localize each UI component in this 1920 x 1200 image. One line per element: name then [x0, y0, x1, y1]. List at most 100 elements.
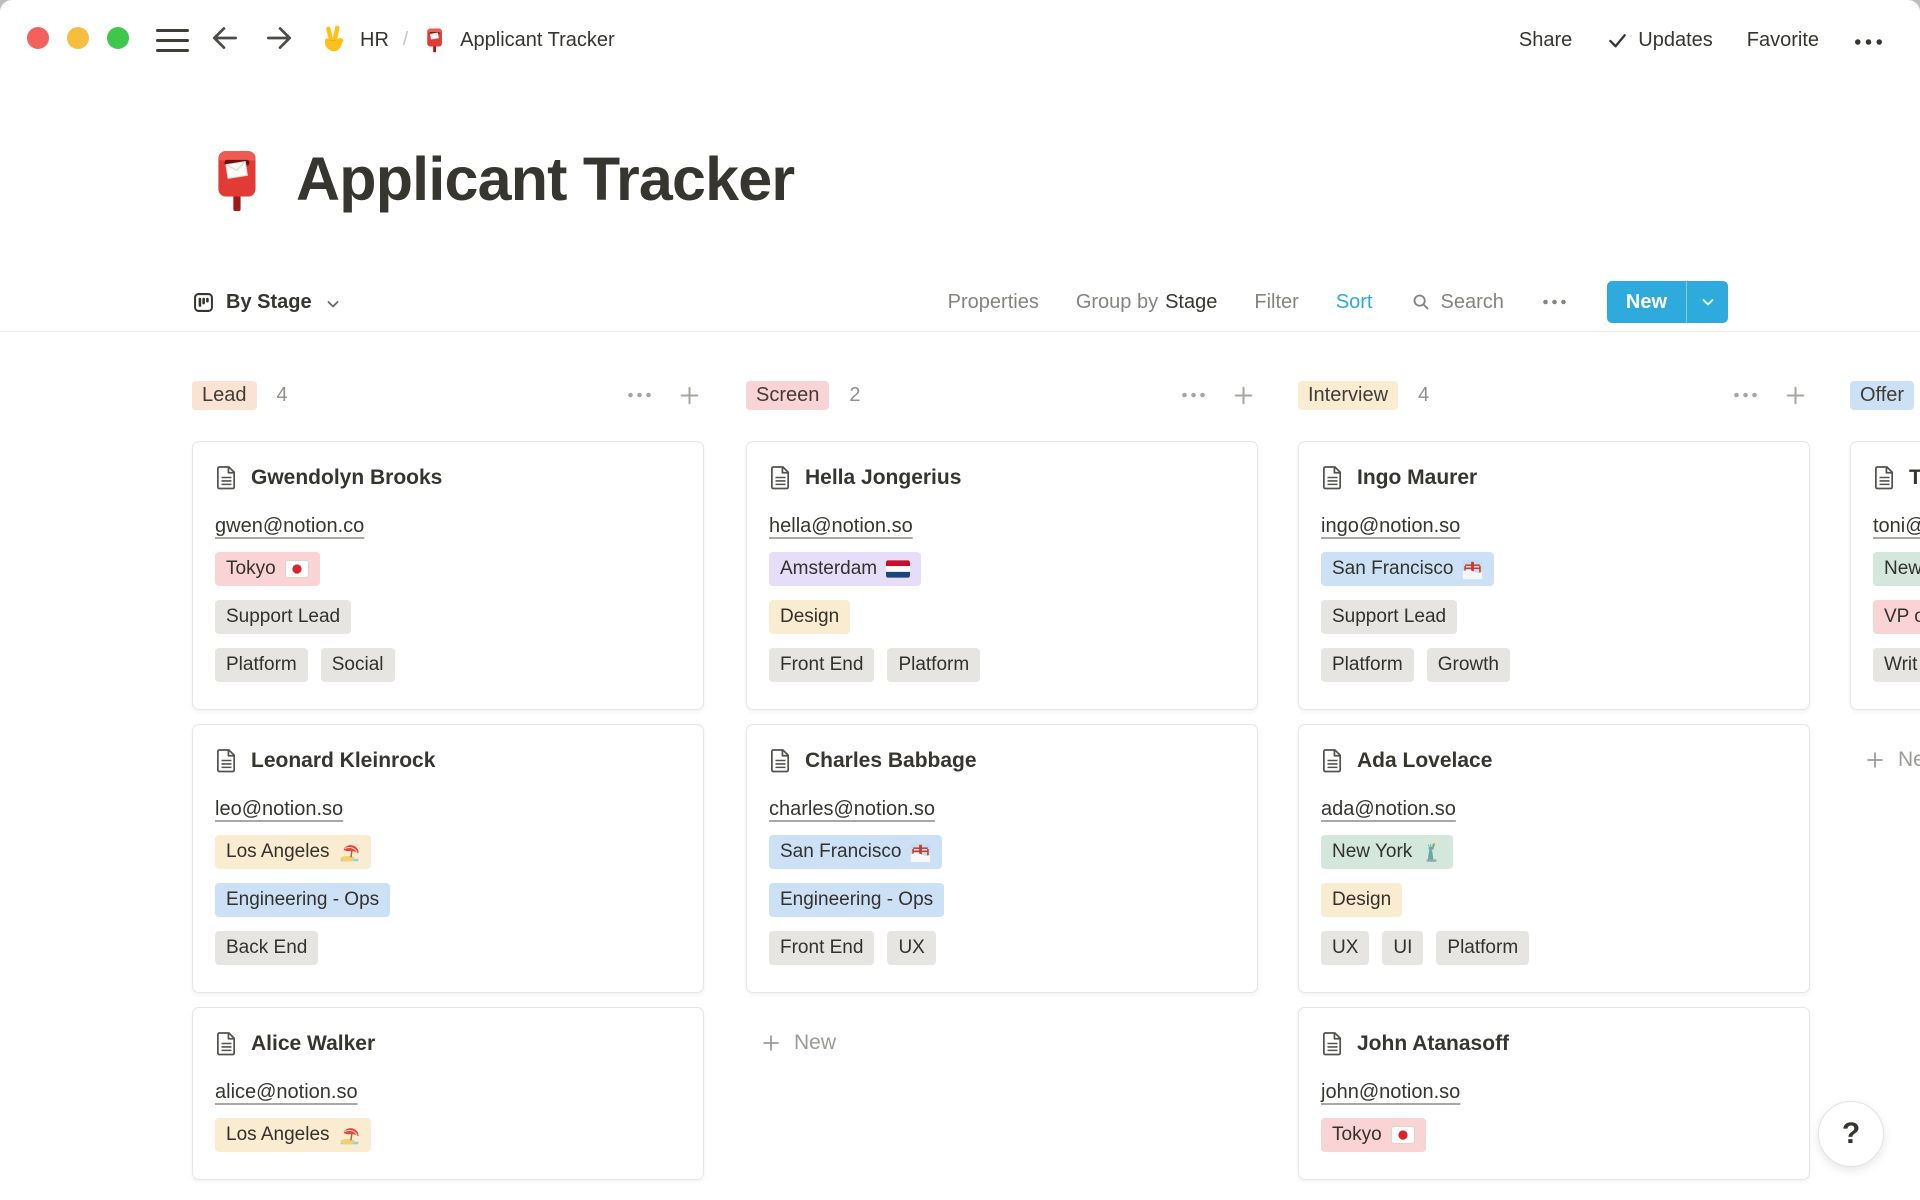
- tag-row: PlatformGrowth: [1321, 648, 1787, 682]
- dots-icon: [1541, 298, 1568, 306]
- card-email-link[interactable]: toni@: [1873, 515, 1920, 538]
- tag-tokyo: Tokyo: [1321, 1118, 1426, 1152]
- tag-label: Support Lead: [1332, 606, 1446, 628]
- sidebar-toggle-button[interactable]: [156, 29, 189, 52]
- column-count: 2: [849, 384, 860, 407]
- view-label: By Stage: [226, 291, 312, 314]
- column-add-button[interactable]: [677, 383, 702, 408]
- favorite-button[interactable]: Favorite: [1747, 29, 1819, 52]
- column-add-button[interactable]: [1783, 383, 1808, 408]
- tag-platform: Platform: [887, 648, 980, 682]
- search-button[interactable]: Search: [1410, 291, 1504, 314]
- card-email-link[interactable]: alice@notion.so: [215, 1081, 358, 1104]
- tag-row: UXUIPlatform: [1321, 931, 1787, 965]
- view-toolbar: By Stage Properties Group by Stage Filte…: [192, 274, 1728, 330]
- card-title-row: Charles Babbage: [769, 748, 1235, 773]
- column-header-screen: Screen 2: [746, 378, 1258, 412]
- card-title-row: John Atanasoff: [1321, 1031, 1787, 1056]
- updates-button[interactable]: Updates: [1606, 29, 1713, 52]
- board-column-lead: Lead4Gwendolyn Brooksgwen@notion.coTokyo…: [192, 332, 704, 1194]
- properties-button[interactable]: Properties: [948, 291, 1039, 314]
- tag-row: Tokyo: [215, 552, 681, 586]
- column-badge-interview[interactable]: Interview: [1298, 381, 1398, 410]
- column-add-button[interactable]: [1231, 383, 1256, 408]
- tag-row: PlatformSocial: [215, 648, 681, 682]
- postbox-emoji-icon: [205, 147, 271, 213]
- tag-row: Support Lead: [1321, 600, 1787, 634]
- column-more-button[interactable]: [626, 391, 653, 399]
- search-icon: [1410, 291, 1432, 313]
- card-john-atanasoff[interactable]: John Atanasoff john@notion.so Tokyo: [1298, 1007, 1810, 1180]
- updates-label: Updates: [1638, 29, 1713, 52]
- card-hella-jongerius[interactable]: Hella Jongeriushella@notion.soAmsterdamD…: [746, 441, 1258, 710]
- card-email-link[interactable]: hella@notion.so: [769, 515, 913, 538]
- breadcrumb-page[interactable]: Applicant Tracker: [460, 29, 615, 52]
- view-switcher-by-stage[interactable]: By Stage: [192, 291, 341, 314]
- back-button[interactable]: [208, 21, 242, 55]
- page-title-emoji-icon[interactable]: [205, 147, 271, 213]
- add-card-button[interactable]: New: [1864, 748, 1920, 772]
- netherlands-flag-emoji-icon: [886, 560, 910, 578]
- card-charles-babbage[interactable]: Charles Babbagecharles@notion.soSan Fran…: [746, 724, 1258, 993]
- column-more-button[interactable]: [1180, 391, 1207, 399]
- card-email-link[interactable]: gwen@notion.co: [215, 515, 364, 538]
- tag-label: Amsterdam: [780, 558, 877, 580]
- tag-label: UX: [1332, 937, 1358, 959]
- tag-label: Design: [1332, 889, 1391, 911]
- card-title: Charles Babbage: [805, 749, 977, 773]
- breadcrumb-workspace[interactable]: HR: [360, 29, 389, 52]
- add-card-button[interactable]: New: [760, 1031, 1258, 1055]
- chevron-down-icon: [325, 296, 341, 312]
- tag-row: VP o: [1873, 600, 1920, 634]
- card-title: Gwendolyn Brooks: [251, 466, 442, 490]
- new-record-button[interactable]: New: [1607, 281, 1728, 323]
- card-email-link[interactable]: leo@notion.so: [215, 798, 343, 821]
- sort-button[interactable]: Sort: [1336, 291, 1373, 314]
- window-minimize-button[interactable]: [67, 27, 89, 49]
- tag-label: VP o: [1884, 606, 1920, 628]
- help-button[interactable]: ?: [1818, 1101, 1884, 1167]
- card-email-link[interactable]: ada@notion.so: [1321, 798, 1456, 821]
- group-by-value: Stage: [1165, 291, 1217, 314]
- window-zoom-button[interactable]: [107, 27, 129, 49]
- more-options-button[interactable]: [1853, 33, 1884, 47]
- search-label: Search: [1441, 291, 1504, 314]
- card-email-link[interactable]: ingo@notion.so: [1321, 515, 1460, 538]
- column-badge-lead[interactable]: Lead: [192, 381, 257, 410]
- card-ada-lovelace[interactable]: Ada Lovelaceada@notion.soNew YorkDesignU…: [1298, 724, 1810, 993]
- column-more-button[interactable]: [1732, 391, 1759, 399]
- card-gwendolyn-brooks[interactable]: Gwendolyn Brooksgwen@notion.coTokyoSuppo…: [192, 441, 704, 710]
- card-leonard-kleinrock[interactable]: Leonard Kleinrockleo@notion.soLos Angele…: [192, 724, 704, 993]
- window-close-button[interactable]: [27, 27, 49, 49]
- card-ingo-maurer[interactable]: Ingo Maureringo@notion.soSan FranciscoSu…: [1298, 441, 1810, 710]
- tag-platform: Platform: [1436, 931, 1529, 965]
- tag-platform: Platform: [1321, 648, 1414, 682]
- card-t[interactable]: Ttoni@NewVP oWrit: [1850, 441, 1920, 710]
- forward-button[interactable]: [262, 21, 296, 55]
- card-alice-walker[interactable]: Alice Walkeralice@notion.soLos Angeles: [192, 1007, 704, 1180]
- column-cards: Ingo Maureringo@notion.soSan FranciscoSu…: [1298, 441, 1810, 1180]
- toolbar-more-button[interactable]: [1541, 298, 1568, 306]
- filter-button[interactable]: Filter: [1254, 291, 1298, 314]
- column-cards: Gwendolyn Brooksgwen@notion.coTokyoSuppo…: [192, 441, 704, 1180]
- share-button[interactable]: Share: [1519, 29, 1572, 52]
- column-cards: Hella Jongeriushella@notion.soAmsterdamD…: [746, 441, 1258, 1055]
- new-button-chevron-icon[interactable]: [1687, 281, 1728, 323]
- card-email-link[interactable]: john@notion.so: [1321, 1081, 1460, 1104]
- tag-label: Design: [780, 606, 839, 628]
- check-icon: [1606, 29, 1629, 52]
- card-email-link[interactable]: charles@notion.so: [769, 798, 935, 821]
- column-badge-offer[interactable]: Offer: [1850, 381, 1914, 410]
- add-card-label: New: [794, 1031, 836, 1055]
- column-badge-screen[interactable]: Screen: [746, 381, 829, 410]
- group-by-button[interactable]: Group by Stage: [1076, 291, 1218, 314]
- toolbar-actions: Properties Group by Stage Filter Sort Se…: [948, 281, 1728, 323]
- window-controls: [27, 27, 129, 49]
- new-button-label[interactable]: New: [1607, 281, 1686, 323]
- column-actions: [626, 383, 702, 408]
- tag-row: San Francisco: [1321, 552, 1787, 586]
- tag-label: Front End: [780, 654, 863, 676]
- tag-label: Back End: [226, 937, 307, 959]
- tag-row: Design: [769, 600, 1235, 634]
- page-title[interactable]: Applicant Tracker: [296, 146, 794, 213]
